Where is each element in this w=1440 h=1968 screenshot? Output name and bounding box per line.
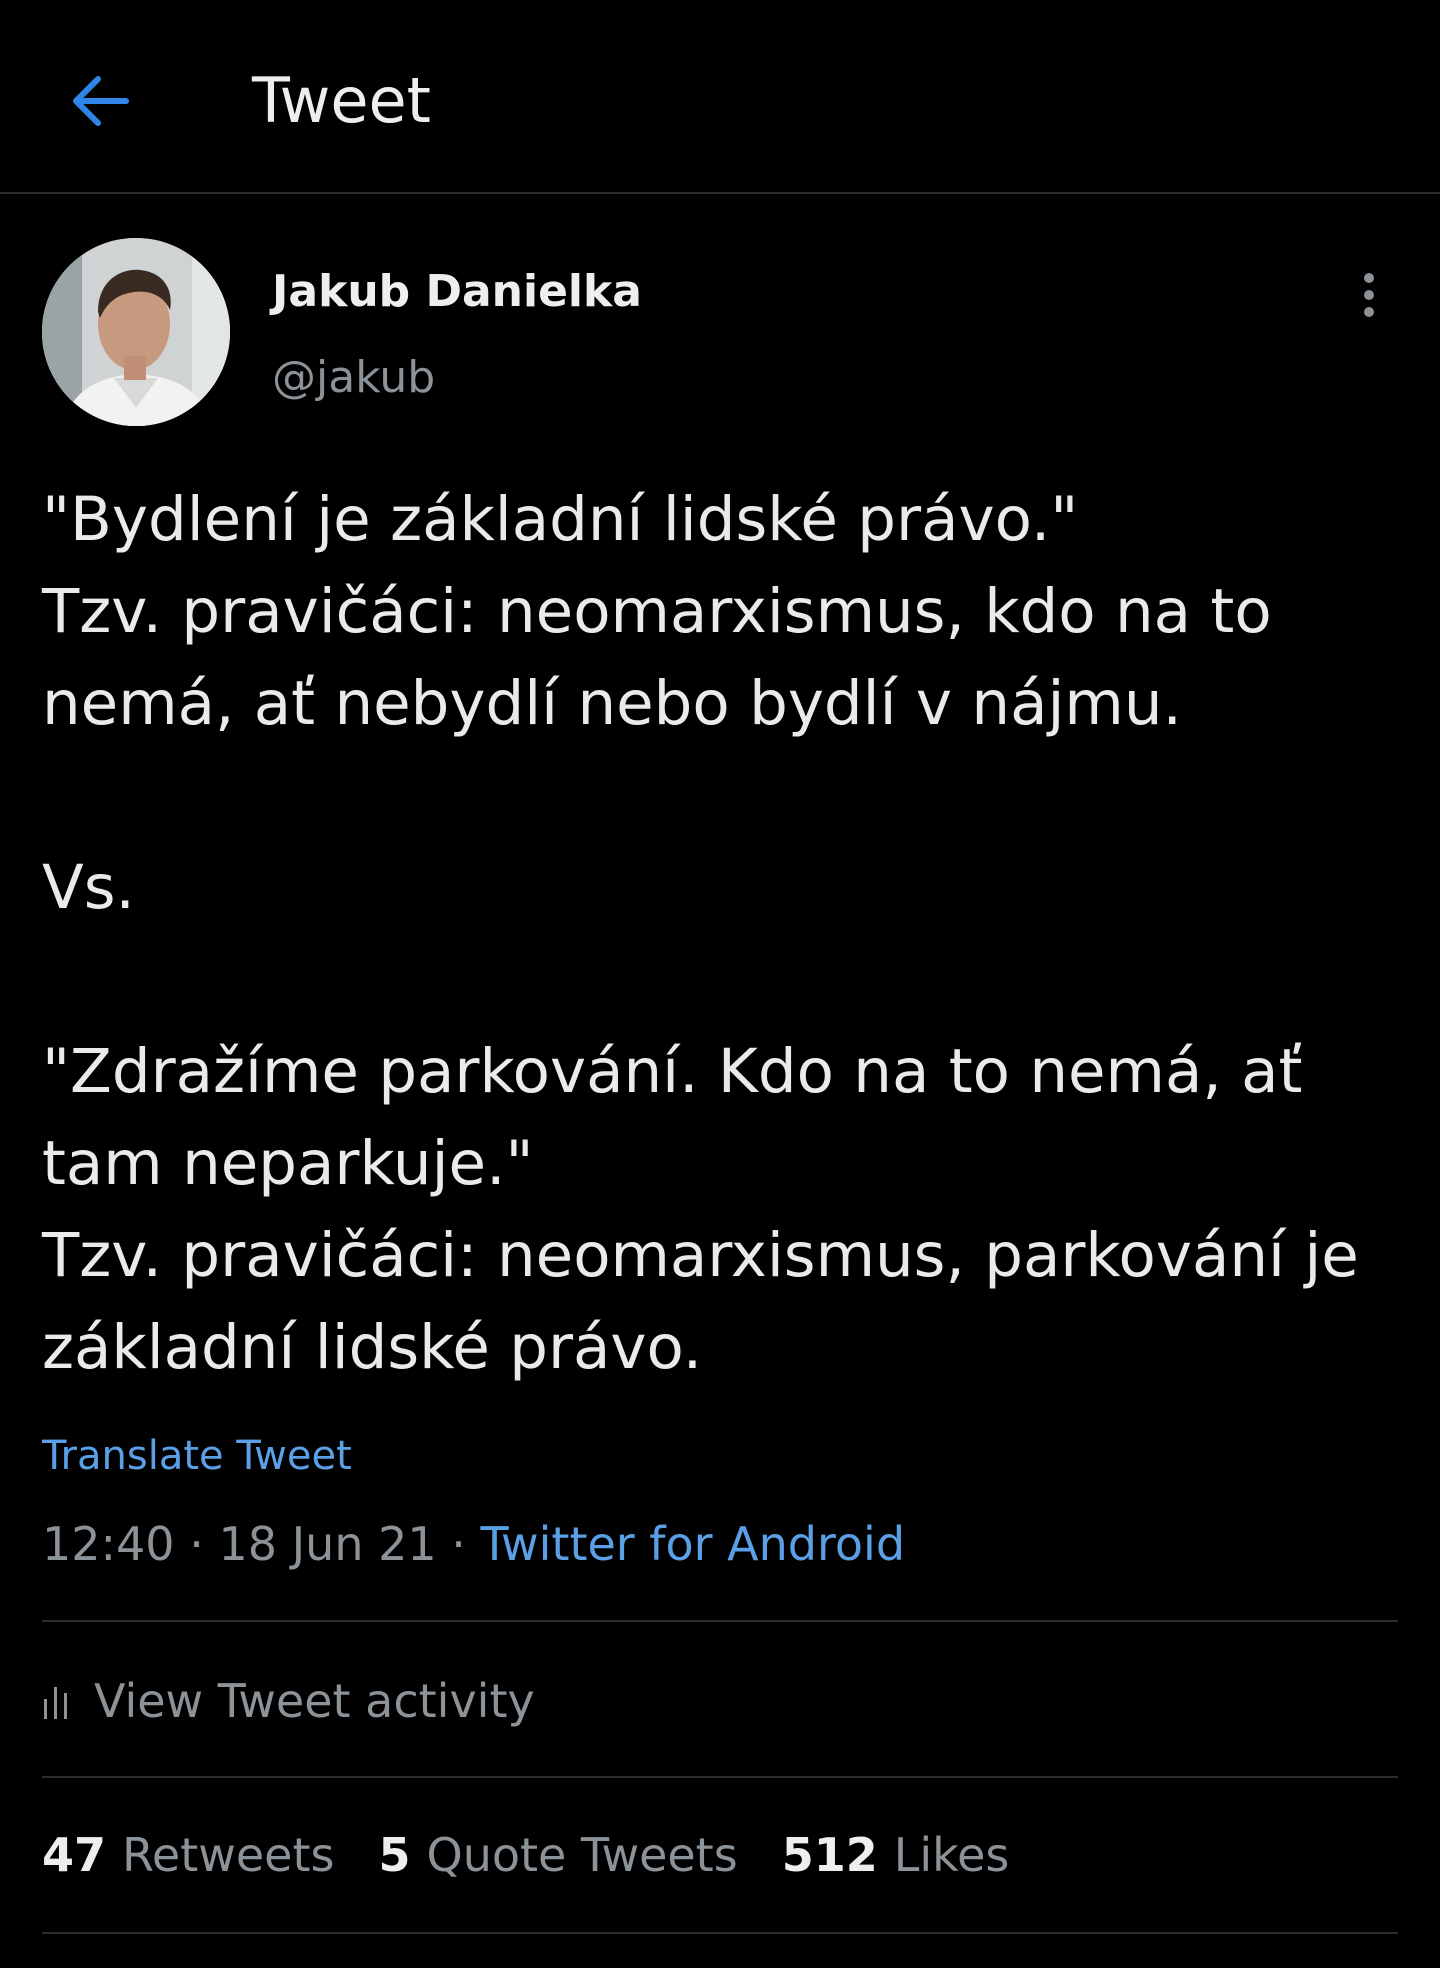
tweet-meta: 12:40 · 18 Jun 21 · Twitter for Android [42, 1512, 905, 1576]
tweet-text: "Bydlení je základní lidské právo." Tzv.… [42, 474, 1402, 1394]
author-handle[interactable]: @jakub [272, 348, 435, 408]
activity-label: View Tweet activity [94, 1674, 535, 1728]
tweet-line: Tzv. pravičáci: neomarxismus, kdo na to [42, 576, 1272, 647]
quote-tweets-stat[interactable]: 5 Quote Tweets [378, 1828, 737, 1882]
tweet-line: tam neparkuje." [42, 1128, 534, 1199]
author-name[interactable]: Jakub Danielka [272, 262, 642, 322]
tweet-time: 12:40 [42, 1517, 175, 1571]
quote-tweets-count: 5 [378, 1828, 411, 1882]
meta-separator: · [189, 1517, 204, 1571]
tweet-stats: 47 Retweets 5 Quote Tweets 512 Likes [42, 1822, 1053, 1888]
tweet-line: Vs. [42, 852, 135, 923]
retweets-label: Retweets [122, 1828, 335, 1882]
tweet-date: 18 Jun 21 [218, 1517, 437, 1571]
page-title: Tweet [252, 64, 431, 137]
likes-count: 512 [781, 1828, 878, 1882]
more-options-button[interactable] [1344, 262, 1394, 328]
tweet-line: nemá, ať nebydlí nebo bydlí v nájmu. [42, 668, 1182, 739]
divider [42, 1620, 1398, 1622]
quote-tweets-label: Quote Tweets [426, 1828, 738, 1882]
likes-stat[interactable]: 512 Likes [782, 1828, 1010, 1882]
tweet-line: "Bydlení je základní lidské právo." [42, 484, 1079, 555]
likes-label: Likes [893, 1828, 1010, 1882]
tweet-line: "Zdražíme parkování. Kdo na to nemá, ať [42, 1036, 1303, 1107]
arrow-left-icon [73, 76, 129, 126]
tweet-client-link[interactable]: Twitter for Android [481, 1517, 906, 1571]
more-vertical-icon [1364, 273, 1374, 317]
top-app-bar: Tweet [0, 0, 1440, 194]
meta-separator: · [451, 1517, 466, 1571]
tweet-line: základní lidské právo. [42, 1312, 703, 1383]
tweet-line: Tzv. pravičáci: neomarxismus, parkování … [42, 1220, 1359, 1291]
back-button[interactable] [56, 58, 142, 144]
retweets-stat[interactable]: 47 Retweets [42, 1828, 334, 1882]
divider [42, 1776, 1398, 1778]
avatar[interactable] [42, 238, 230, 426]
retweets-count: 47 [42, 1828, 107, 1882]
avatar-photo [42, 238, 230, 426]
divider [42, 1932, 1398, 1934]
view-tweet-activity-button[interactable]: View Tweet activity [42, 1668, 535, 1734]
bar-chart-icon [44, 1687, 67, 1719]
translate-tweet-link[interactable]: Translate Tweet [42, 1428, 352, 1484]
